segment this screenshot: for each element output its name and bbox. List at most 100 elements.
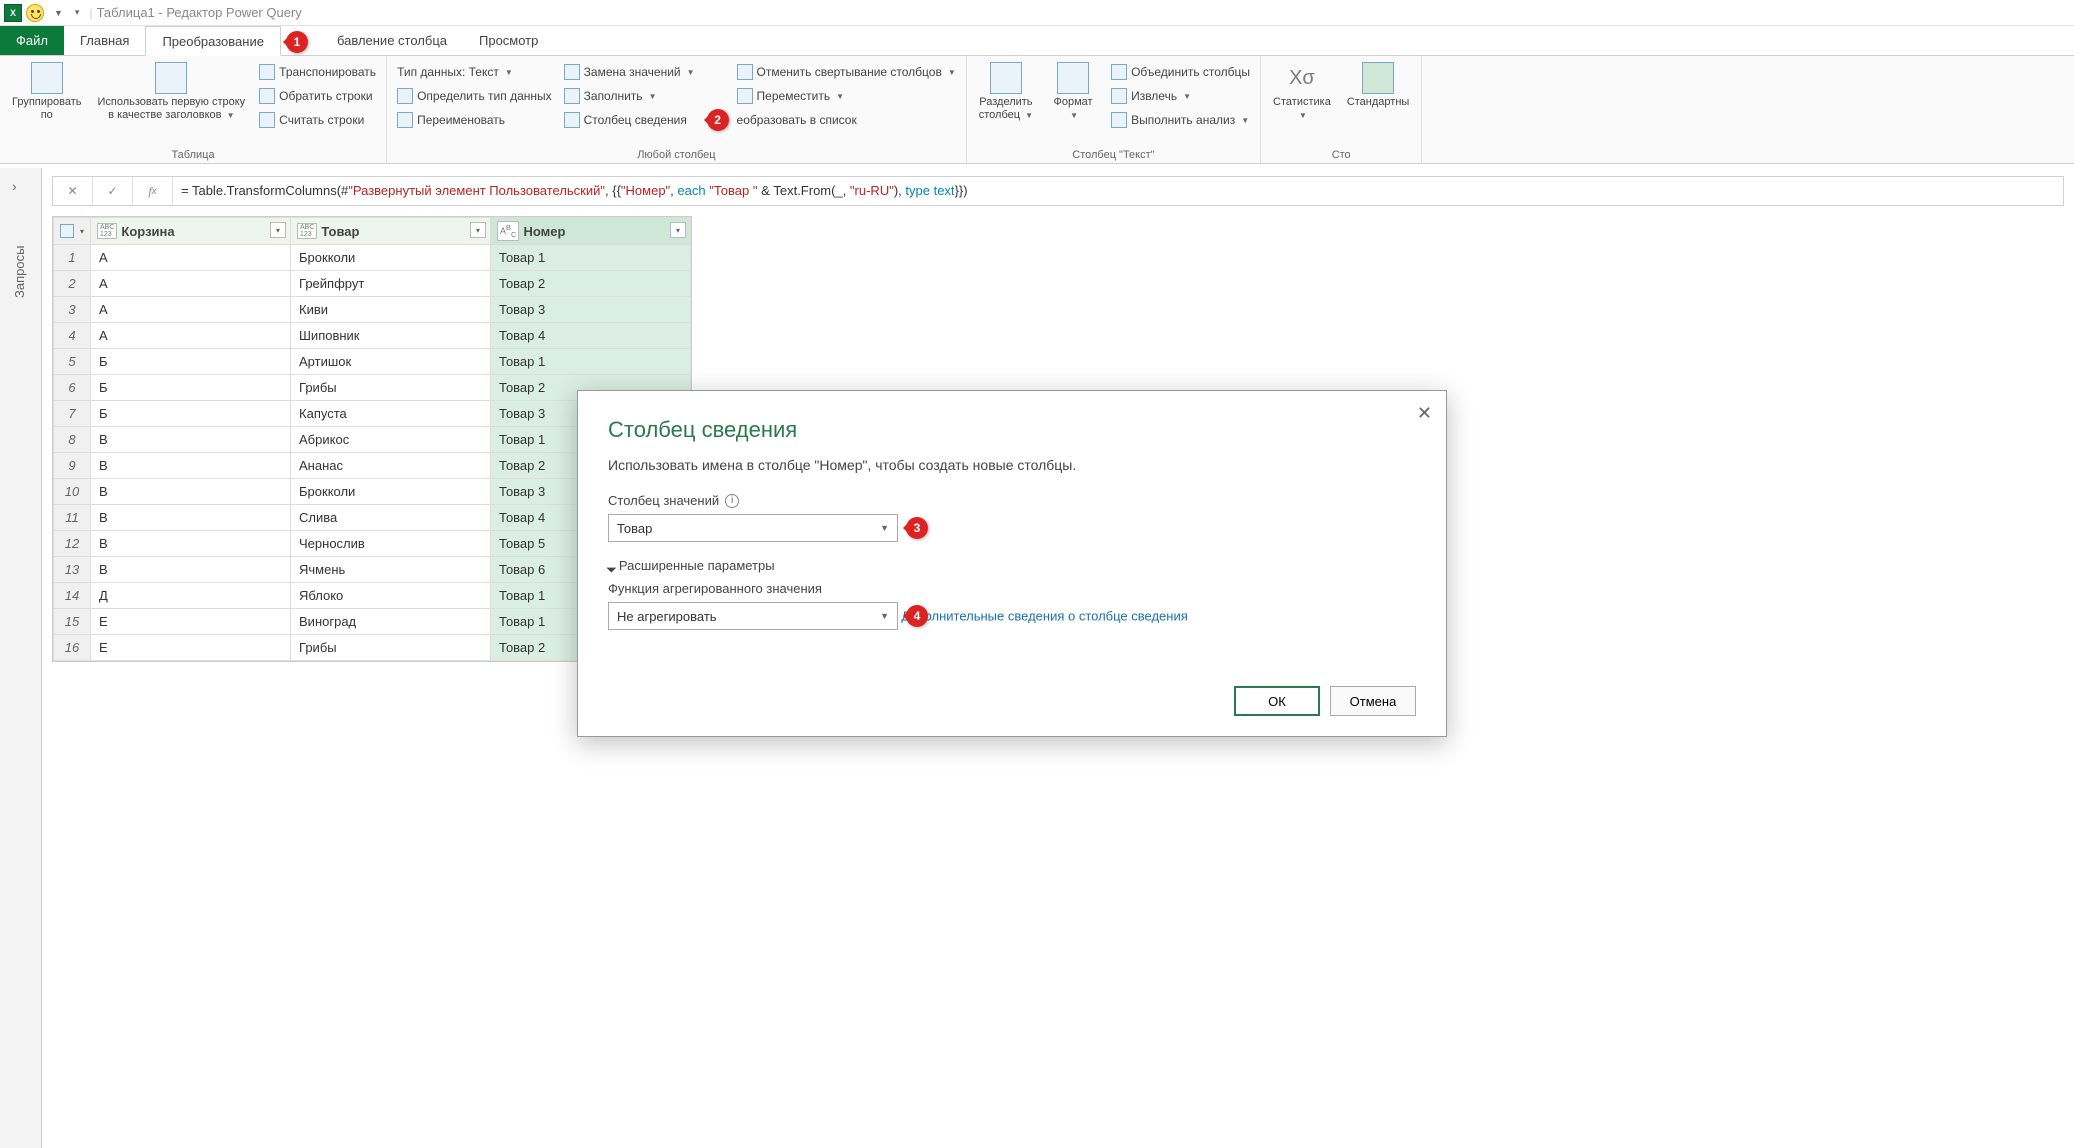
cell-tovar[interactable]: Чернослив [291,531,491,557]
cell-tovar[interactable]: Ананас [291,453,491,479]
format-button[interactable]: Формат▼ [1043,60,1103,124]
column-header-nomer[interactable]: ABCНомер ▾ [491,218,691,245]
standard-button[interactable]: Стандартны [1341,60,1415,111]
cell-korzina[interactable]: В [91,531,291,557]
smiley-icon[interactable] [26,4,44,22]
formula-text[interactable]: = Table.TransformColumns(#"Развернутый э… [173,183,2063,199]
standard-icon [1362,62,1394,94]
tab-file[interactable]: Файл [0,26,64,55]
cell-tovar[interactable]: Абрикос [291,427,491,453]
cell-tovar[interactable]: Яблоко [291,583,491,609]
table-row[interactable]: 5БАртишокТовар 1 [54,349,691,375]
expand-queries-icon[interactable]: › [12,178,17,194]
column-header-tovar[interactable]: ABC 123Товар ▾ [291,218,491,245]
data-type-button[interactable]: Тип данных: Текст▼ [393,60,556,84]
group-by-button[interactable]: Группировать по [6,60,88,124]
detect-type-button[interactable]: Определить тип данных [393,84,556,108]
ok-button[interactable]: ОК [1234,686,1320,716]
to-list-button[interactable]: еобразовать в список [733,108,960,132]
filter-nomer-icon[interactable]: ▾ [670,222,686,238]
cell-korzina[interactable]: А [91,323,291,349]
cell-tovar[interactable]: Артишок [291,349,491,375]
formula-cancel-icon[interactable]: ✕ [53,177,93,205]
cell-tovar[interactable]: Шиповник [291,323,491,349]
pivot-label: Столбец сведения [584,113,687,127]
replace-values-button[interactable]: Замена значений▼ [560,60,699,84]
tab-add-column[interactable]: бавление столбца [321,26,463,55]
table-row[interactable]: 2АГрейпфрутТовар 2 [54,271,691,297]
cell-tovar[interactable]: Брокколи [291,245,491,271]
cell-korzina[interactable]: Б [91,375,291,401]
count-rows-button[interactable]: Считать строки [255,108,380,132]
cancel-button[interactable]: Отмена [1330,686,1416,716]
cell-nomer[interactable]: Товар 2 [491,271,691,297]
cell-tovar[interactable]: Грейпфрут [291,271,491,297]
cell-tovar[interactable]: Киви [291,297,491,323]
cell-tovar[interactable]: Грибы [291,375,491,401]
cell-korzina[interactable]: Е [91,635,291,661]
cell-korzina[interactable]: Е [91,609,291,635]
cell-korzina[interactable]: В [91,479,291,505]
cell-korzina[interactable]: В [91,427,291,453]
cell-korzina[interactable]: Б [91,401,291,427]
cell-tovar[interactable]: Слива [291,505,491,531]
cell-tovar[interactable]: Виноград [291,609,491,635]
rename-button[interactable]: Переименовать [393,108,556,132]
split-column-button[interactable]: Разделить столбец ▼ [973,60,1039,124]
unpivot-button[interactable]: Отменить свертывание столбцов▼ [733,60,960,84]
callout-2: 2 [707,109,729,131]
row-number-header[interactable]: ▾ [54,218,91,245]
cell-nomer[interactable]: Товар 4 [491,323,691,349]
type-any-icon-2: ABC 123 [297,223,317,239]
use-first-row-button[interactable]: Использовать первую строку в качестве за… [92,60,252,124]
formula-fx-icon[interactable]: fx [133,177,173,205]
cell-korzina[interactable]: В [91,557,291,583]
cell-korzina[interactable]: А [91,297,291,323]
learn-more-link[interactable]: Дополнительные сведения о столбце сведен… [901,609,1187,624]
tab-transform[interactable]: Преобразование 1 [145,26,281,56]
formula-accept-icon[interactable]: ✓ [93,177,133,205]
cell-korzina[interactable]: Б [91,349,291,375]
cell-tovar[interactable]: Грибы [291,635,491,661]
table-row[interactable]: 1АБрокколиТовар 1 [54,245,691,271]
cell-korzina[interactable]: В [91,453,291,479]
cell-nomer[interactable]: Товар 1 [491,349,691,375]
qat-dropdown-icon[interactable]: ▼ [54,8,63,18]
extract-button[interactable]: Извлечь▼ [1107,84,1254,108]
row-number: 4 [54,323,91,349]
info-icon[interactable]: i [725,494,739,508]
cell-nomer[interactable]: Товар 1 [491,245,691,271]
aggregate-select[interactable]: Не агрегировать▼ [608,602,898,630]
qat-customize-icon[interactable]: ▾ [75,7,80,18]
cell-tovar[interactable]: Капуста [291,401,491,427]
statistics-button[interactable]: Χσ Статистика▼ [1267,60,1337,124]
tab-home[interactable]: Главная [64,26,145,55]
reverse-rows-button[interactable]: Обратить строки [255,84,380,108]
cell-tovar[interactable]: Ячмень [291,557,491,583]
values-column-select[interactable]: Товар▼ [608,514,898,542]
cell-nomer[interactable]: Товар 3 [491,297,691,323]
merge-columns-button[interactable]: Объединить столбцы [1107,60,1254,84]
replace-icon [564,64,580,80]
filter-tovar-icon[interactable]: ▾ [470,222,486,238]
analyze-button[interactable]: Выполнить анализ▼ [1107,108,1254,132]
cell-korzina[interactable]: А [91,245,291,271]
row-number: 16 [54,635,91,661]
cell-korzina[interactable]: Д [91,583,291,609]
row-number: 8 [54,427,91,453]
tab-view[interactable]: Просмотр [463,26,554,55]
table-row[interactable]: 3АКивиТовар 3 [54,297,691,323]
table-row[interactable]: 4АШиповникТовар 4 [54,323,691,349]
fill-button[interactable]: Заполнить▼ [560,84,699,108]
cell-korzina[interactable]: В [91,505,291,531]
use-first-row-icon [155,62,187,94]
cell-tovar[interactable]: Брокколи [291,479,491,505]
cell-korzina[interactable]: А [91,271,291,297]
move-button[interactable]: Переместить▼ [733,84,960,108]
pivot-column-button[interactable]: Столбец сведения 2 [560,108,699,132]
transpose-button[interactable]: Транспонировать [255,60,380,84]
advanced-toggle[interactable]: Расширенные параметры [608,558,1416,573]
filter-korzina-icon[interactable]: ▾ [270,222,286,238]
column-header-korzina[interactable]: ABC 123Корзина ▾ [91,218,291,245]
dialog-close-icon[interactable]: ✕ [1417,403,1432,424]
